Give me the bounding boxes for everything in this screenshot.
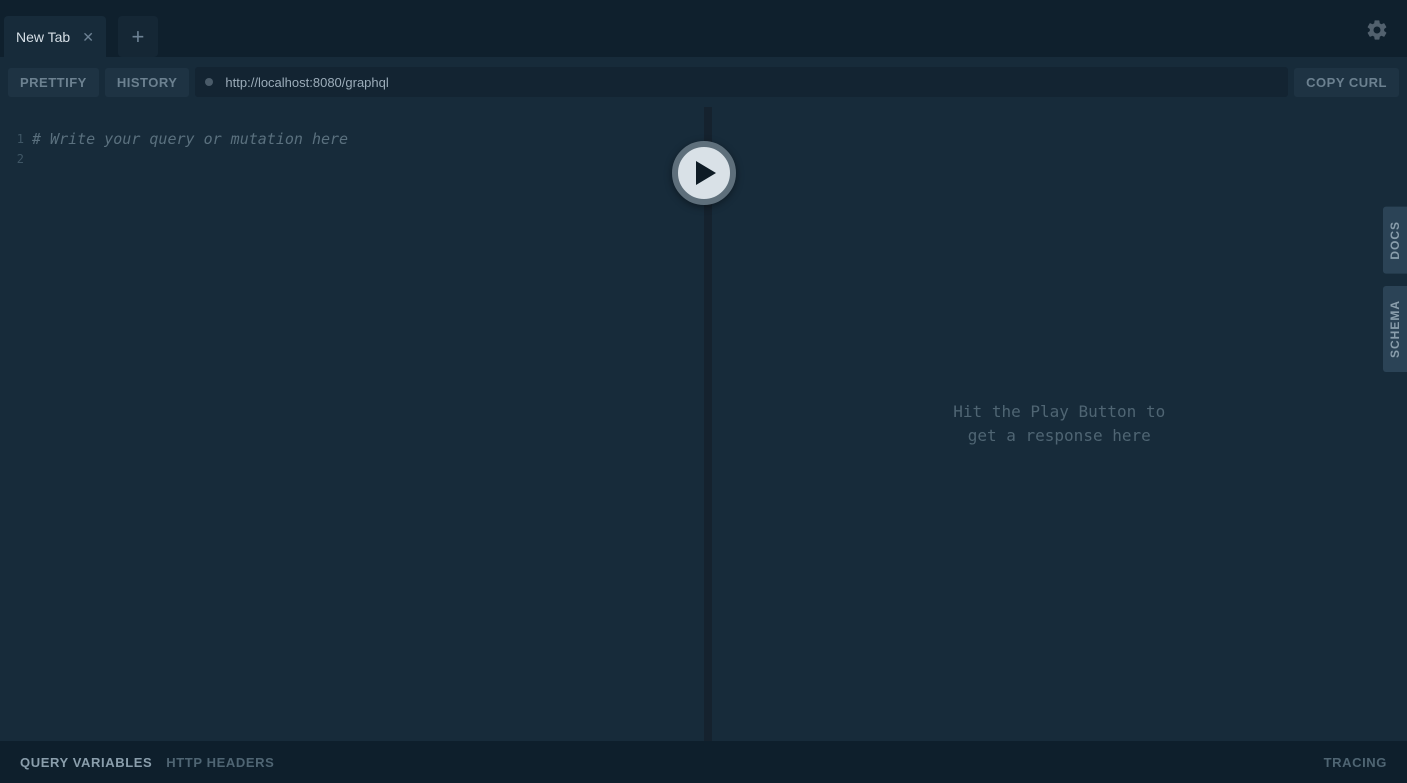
app-root: New Tab ✕ + PRETTIFY HISTORY COPY CURL 1… (0, 0, 1407, 783)
line-number: 1 (0, 129, 24, 149)
query-variables-tab[interactable]: QUERY VARIABLES (20, 755, 152, 770)
copy-curl-button[interactable]: COPY CURL (1294, 68, 1399, 97)
add-tab-button[interactable]: + (118, 16, 158, 57)
tab-bar: New Tab ✕ + (0, 0, 1407, 57)
editor-content[interactable]: # Write your query or mutation here (32, 107, 348, 741)
prettify-button[interactable]: PRETTIFY (8, 68, 99, 97)
gear-icon (1365, 18, 1389, 42)
close-icon[interactable]: ✕ (82, 30, 94, 44)
editor-line: # Write your query or mutation here (32, 129, 348, 149)
side-panel-tabs: DOCS SCHEMA (1383, 207, 1407, 372)
docs-tab[interactable]: DOCS (1383, 207, 1407, 274)
line-number: 2 (0, 149, 24, 169)
response-pane: Hit the Play Button to get a response he… (704, 107, 1407, 741)
history-button[interactable]: HISTORY (105, 68, 190, 97)
query-editor-pane[interactable]: 1 2 # Write your query or mutation here (0, 107, 704, 741)
http-headers-tab[interactable]: HTTP HEADERS (166, 755, 274, 770)
response-placeholder-line: get a response here (953, 424, 1165, 448)
schema-tab[interactable]: SCHEMA (1383, 286, 1407, 372)
plus-icon: + (132, 24, 145, 50)
playground-tab[interactable]: New Tab ✕ (4, 16, 106, 57)
response-placeholder-line: Hit the Play Button to (953, 400, 1165, 424)
workspace: 1 2 # Write your query or mutation here … (0, 107, 1407, 741)
play-icon (696, 161, 716, 185)
play-button[interactable] (672, 141, 736, 205)
url-status-dot-icon (205, 78, 213, 86)
toolbar: PRETTIFY HISTORY COPY CURL (0, 57, 1407, 107)
settings-button[interactable] (1363, 16, 1391, 44)
bottom-bar: QUERY VARIABLES HTTP HEADERS TRACING (0, 741, 1407, 783)
endpoint-url-input[interactable] (225, 75, 1278, 90)
line-gutter: 1 2 (0, 107, 32, 741)
response-placeholder: Hit the Play Button to get a response he… (953, 400, 1165, 448)
tab-label: New Tab (16, 29, 70, 45)
tracing-tab[interactable]: TRACING (1324, 755, 1387, 770)
endpoint-url-bar[interactable] (195, 67, 1288, 97)
